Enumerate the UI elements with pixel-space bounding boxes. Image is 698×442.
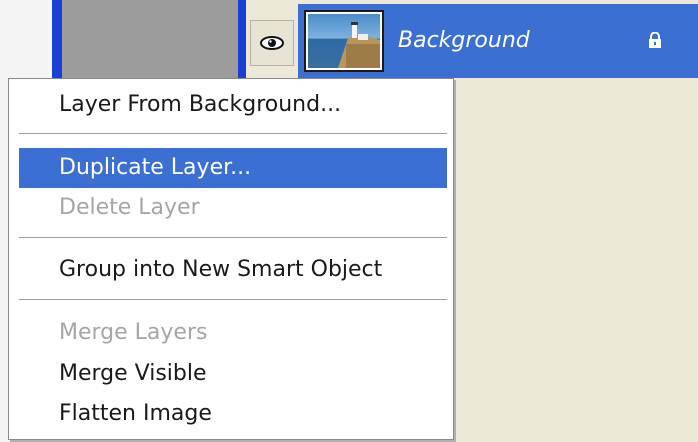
- menu-item-group-into-smart-object[interactable]: Group into New Smart Object: [19, 250, 447, 290]
- menu-separator: [19, 237, 447, 239]
- menu-item-merge-visible[interactable]: Merge Visible: [19, 354, 447, 394]
- layer-thumbnail: [304, 10, 384, 72]
- menu-item-duplicate-layer[interactable]: Duplicate Layer...: [19, 148, 447, 188]
- menu-item-flatten-image[interactable]: Flatten Image: [19, 394, 447, 434]
- layer-name[interactable]: Background: [398, 28, 530, 53]
- layer-mask-area: [62, 0, 238, 85]
- eye-icon: [260, 36, 284, 50]
- layer-row-background[interactable]: Background: [246, 0, 698, 80]
- panel-border: [238, 0, 246, 85]
- canvas-border: [52, 0, 62, 85]
- menu-separator: [19, 299, 447, 301]
- lock-icon: [649, 32, 661, 48]
- layer-context-menu: Layer From Background... Duplicate Layer…: [8, 78, 454, 440]
- menu-item-layer-from-background[interactable]: Layer From Background...: [19, 85, 447, 125]
- menu-item-delete-layer: Delete Layer: [59, 195, 200, 220]
- menu-separator: [19, 133, 447, 135]
- menu-item-merge-layers: Merge Layers: [59, 320, 208, 345]
- visibility-toggle[interactable]: [250, 20, 294, 66]
